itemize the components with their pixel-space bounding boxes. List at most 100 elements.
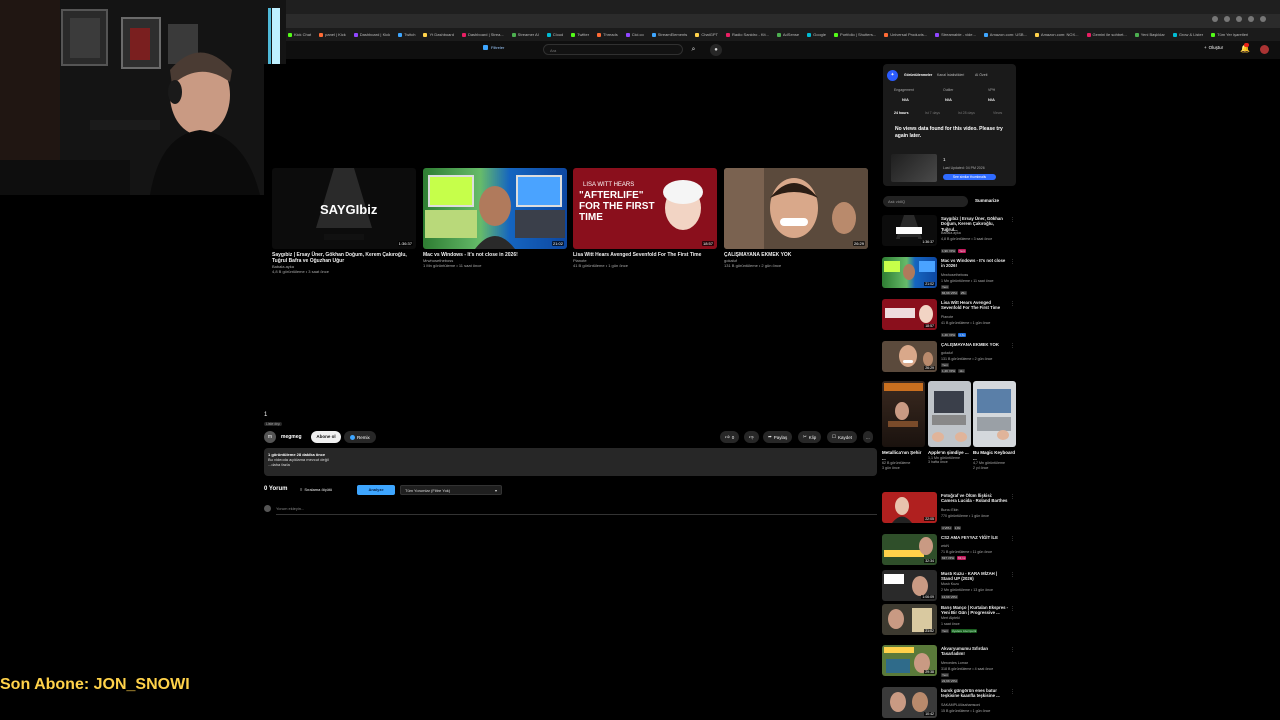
more-icon[interactable]: ⋮ bbox=[1010, 572, 1015, 578]
search-input[interactable]: Ara bbox=[543, 44, 683, 55]
bookmark-item[interactable]: Dashboard | Kick bbox=[353, 32, 390, 37]
more-icon[interactable]: ⋮ bbox=[1010, 301, 1015, 307]
more-icon[interactable]: ⋮ bbox=[1010, 343, 1015, 349]
ask-input[interactable]: Ask vidIQ bbox=[883, 196, 968, 207]
recommendation-thumbnail[interactable]: 18:57 bbox=[882, 299, 937, 330]
clip-button[interactable]: ✂ Klip bbox=[798, 431, 822, 443]
end-card[interactable]: LISA WITT HEARS "AFTERLIFE" FOR THE FIRS… bbox=[573, 168, 717, 268]
extension-icon[interactable] bbox=[1248, 16, 1254, 22]
description-box[interactable]: 1 görüntüleme 28 dakika önce Bu videoda … bbox=[264, 448, 877, 476]
bookmark-item[interactable]: Threads bbox=[597, 32, 618, 37]
end-card[interactable]: 26:29 ÇALIŞMAYANA EKMEK YOK gokaluf 131 … bbox=[724, 168, 868, 268]
recommendation-item[interactable]: 18:57 Lisa Witt Hears Avenged Sevenfold … bbox=[882, 299, 1017, 339]
bookmark-item[interactable]: panel | Kick bbox=[319, 32, 346, 37]
recommendation-item[interactable]: 32:34 CS2 AMA FEYYAZ YİĞİT İLE wtcN 71 B… bbox=[882, 534, 1017, 574]
address-bar[interactable] bbox=[286, 14, 1280, 28]
remix-button[interactable]: Remix bbox=[344, 431, 376, 443]
comment-input[interactable]: Yorum ekleyin... bbox=[276, 506, 304, 511]
share-button[interactable]: ➦ Paylaş bbox=[763, 431, 793, 443]
more-icon[interactable]: ⋮ bbox=[1010, 689, 1015, 695]
bookmark-item[interactable]: Streamer AI bbox=[511, 32, 539, 37]
range-tab[interactable]: Views bbox=[993, 111, 1002, 115]
extension-tab[interactable]: AI Özeti bbox=[975, 73, 987, 77]
filter-chip[interactable]: Filtreler bbox=[483, 45, 504, 50]
recommendation-item[interactable]: 26:29 ÇALIŞMAYANA EKMEK YOK gokaluf 131 … bbox=[882, 341, 1017, 381]
profile-icon[interactable] bbox=[1260, 16, 1266, 22]
bookmark-item[interactable]: Twitter bbox=[571, 32, 589, 37]
recommendation-thumbnail[interactable]: 26:29 bbox=[882, 341, 937, 372]
sort-button[interactable]: ≡ Sıralama ölçütü bbox=[300, 487, 332, 492]
similar-thumbnails-button[interactable]: See similar thumbnails bbox=[943, 174, 996, 180]
short-thumbnail[interactable] bbox=[973, 381, 1016, 447]
extension-icon[interactable] bbox=[1236, 16, 1242, 22]
range-tab[interactable]: Ist 28 days bbox=[958, 111, 975, 115]
bookmark-item[interactable]: Grow & Lister bbox=[1172, 32, 1203, 37]
more-button[interactable]: ... bbox=[863, 431, 873, 443]
bookmark-item[interactable]: Yt Dashboard bbox=[423, 32, 454, 37]
end-card[interactable]: 21:02 Mac vs Windows - It's not close in… bbox=[423, 168, 567, 268]
bookmark-item[interactable]: ChatGPT bbox=[695, 32, 718, 37]
end-card-thumbnail[interactable]: SAYGIbiz 1:36:37 bbox=[272, 168, 416, 249]
bookmark-item[interactable]: Amazon.com: USB... bbox=[983, 32, 1027, 37]
bookmark-item[interactable]: Portfolio | Shutters... bbox=[834, 32, 876, 37]
more-icon[interactable]: ⋮ bbox=[1010, 536, 1015, 542]
short-thumbnail[interactable] bbox=[928, 381, 971, 447]
like-button[interactable]: 👍︎ 0 bbox=[720, 431, 740, 443]
summarize-button[interactable]: Summarize bbox=[975, 198, 999, 203]
analyze-button[interactable]: Analyze bbox=[357, 485, 395, 495]
more-icon[interactable]: ⋮ bbox=[1010, 217, 1015, 223]
short-thumbnail[interactable] bbox=[882, 381, 925, 447]
create-button[interactable]: + Oluştur bbox=[1204, 45, 1223, 50]
bookmark-item[interactable]: Tüm Yer işaretleri bbox=[1211, 32, 1248, 37]
short-item[interactable]: Metallica'nın Şehir ... 62 B görüntüleme… bbox=[882, 381, 925, 470]
save-button[interactable]: ☐ Kaydet bbox=[827, 431, 858, 443]
recommendation-thumbnail[interactable]: 21:02 bbox=[882, 257, 937, 288]
extension-tab[interactable]: Kanal İstatistikleri bbox=[937, 73, 964, 77]
bookmark-item[interactable]: Amazon.com: NOX... bbox=[1034, 32, 1079, 37]
bookmark-item[interactable]: Dashboard | Strea... bbox=[461, 32, 504, 37]
subscribe-button[interactable]: Abone ol bbox=[311, 431, 341, 443]
recommendation-thumbnail[interactable]: 21:02 bbox=[882, 604, 937, 635]
recommendation-thumbnail[interactable]: 32:34 bbox=[882, 534, 937, 565]
recommendation-item[interactable]: 22:05 Fotoğraf ve Ölüm İlişkisi: Camera … bbox=[882, 492, 1017, 532]
more-icon[interactable]: ⋮ bbox=[1010, 259, 1015, 265]
more-icon[interactable]: ⋮ bbox=[1010, 494, 1015, 500]
bookmark-item[interactable]: Twitch bbox=[398, 32, 415, 37]
microphone-icon[interactable]: ● bbox=[710, 44, 722, 56]
recommendation-thumbnail[interactable]: 1:06:09 bbox=[882, 570, 937, 601]
bookmark-item[interactable]: Cloud bbox=[546, 32, 563, 37]
recommendation-item[interactable]: 21:02 Mac vs Windows - It's not close in… bbox=[882, 257, 1017, 297]
range-tab[interactable]: 24 hours bbox=[894, 111, 909, 115]
recommendation-item[interactable]: 1:36:37 Saygıbiz | Ersay Üner, Gökhan Do… bbox=[882, 215, 1017, 255]
recommendation-item[interactable]: 10:42 bursk güngörün enes batur teşkisin… bbox=[882, 687, 1017, 719]
bookmark-item[interactable]: Yeni Başlıklar bbox=[1134, 32, 1165, 37]
range-tab[interactable]: Ist 7 days bbox=[925, 111, 940, 115]
end-card-thumbnail[interactable]: LISA WITT HEARS "AFTERLIFE" FOR THE FIRS… bbox=[573, 168, 717, 249]
bookmark-item[interactable]: Universal Products... bbox=[884, 32, 927, 37]
dislike-button[interactable]: 👎︎ bbox=[744, 431, 759, 443]
end-card-thumbnail[interactable]: 21:02 bbox=[423, 168, 567, 249]
bookmark-item[interactable]: Radio Sanidro - Kit... bbox=[725, 32, 769, 37]
bookmark-item[interactable]: Google bbox=[807, 32, 826, 37]
recommendation-item[interactable]: 21:02 Barış Manço | Kurtalan Ekspres - Y… bbox=[882, 604, 1017, 644]
bookmark-item[interactable]: StreamElements bbox=[651, 32, 687, 37]
search-icon[interactable]: ⌕ bbox=[688, 44, 699, 55]
description-more[interactable]: ...daha fazla bbox=[268, 462, 873, 467]
recommendation-thumbnail[interactable]: 22:05 bbox=[882, 492, 937, 523]
video-player[interactable]: SAYGIbiz 1:36:37 Saygıbiz | Ersay Üner, … bbox=[264, 64, 877, 409]
more-icon[interactable]: ⋮ bbox=[1010, 606, 1015, 612]
short-item[interactable]: Apple'ın şimdiye ... 1,1 Mn görüntüleme … bbox=[928, 381, 971, 465]
bookmark-item[interactable]: Streamable - vide... bbox=[935, 32, 976, 37]
extension-icon[interactable] bbox=[1212, 16, 1218, 22]
recommendation-thumbnail[interactable]: 29:38 bbox=[882, 645, 937, 676]
channel-name[interactable]: megmeg bbox=[281, 434, 302, 440]
recommendation-item[interactable]: 29:38 Akvaryumumu Sıfırdan Tasarladım! M… bbox=[882, 645, 1017, 685]
extension-tab[interactable]: Görüntülenmeler bbox=[904, 73, 932, 77]
bookmark-item[interactable]: Gemini ile sohbet... bbox=[1086, 32, 1127, 37]
end-card-thumbnail[interactable]: 26:29 bbox=[724, 168, 868, 249]
bookmark-item[interactable]: Kick Chat bbox=[288, 32, 311, 37]
comment-filter-select[interactable]: Tüm Yorumlar (Filtre Yok) ▾ bbox=[400, 485, 502, 495]
bookmark-item[interactable]: AdSense bbox=[776, 32, 799, 37]
more-icon[interactable]: ⋮ bbox=[1010, 647, 1015, 653]
extension-icon[interactable] bbox=[1224, 16, 1230, 22]
